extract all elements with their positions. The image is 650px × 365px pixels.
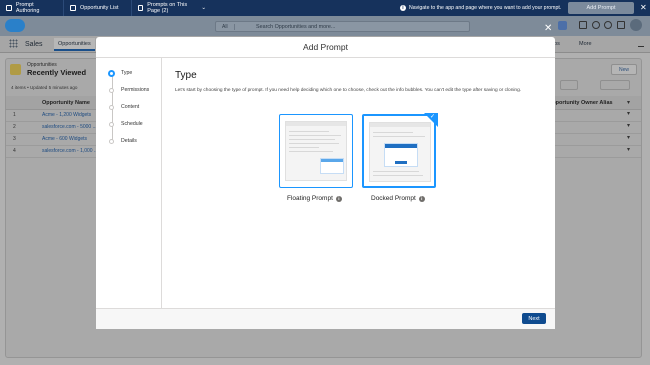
floating-prompt-label: Floating Prompt i <box>287 195 342 202</box>
row-number: 2 <box>13 124 16 130</box>
close-icon[interactable]: ✕ <box>640 3 647 12</box>
check-icon: ✓ <box>430 114 436 120</box>
wizard-steps <box>96 58 162 308</box>
step-indicator <box>109 139 114 144</box>
list-meta: 4 items • Updated 5 minutes ago <box>11 85 78 90</box>
info-icon: i <box>400 5 406 11</box>
docked-prompt-label: Docked Prompt i <box>371 195 425 202</box>
step-indicator-active <box>108 70 115 77</box>
column-header-opportunity-name[interactable]: Opportunity Name <box>42 96 90 109</box>
search-scope-select[interactable]: All <box>216 21 235 32</box>
info-icon[interactable]: i <box>335 195 342 202</box>
opportunity-list-menu[interactable]: Opportunity List <box>64 0 132 16</box>
step-indicator <box>109 105 114 110</box>
opportunity-link[interactable]: salesforce.com - 1,000 ... <box>42 148 98 154</box>
app-name: Sales <box>25 40 43 48</box>
section-description: Let's start by choosing the type of prom… <box>175 88 522 93</box>
avatar[interactable] <box>630 19 642 31</box>
add-icon[interactable] <box>579 21 587 29</box>
step-details[interactable]: Details <box>121 138 137 144</box>
navigation-hint: i Navigate to the app and page where you… <box>400 0 561 16</box>
step-type[interactable]: Type <box>121 70 132 76</box>
opportunity-icon <box>10 64 21 75</box>
chevron-down-icon: ⌄ <box>201 5 206 11</box>
salesforce-logo <box>5 19 25 32</box>
tab-opportunities[interactable]: Opportunities <box>54 38 95 51</box>
list-view-name[interactable]: Recently Viewed <box>27 68 86 77</box>
info-icon[interactable]: i <box>418 195 425 202</box>
step-content[interactable]: Content <box>121 104 139 110</box>
modal-close-icon[interactable]: ✕ <box>544 24 552 34</box>
page-icon <box>70 5 76 11</box>
row-number: 4 <box>13 148 16 154</box>
docked-prompt-preview <box>369 122 431 182</box>
row-actions-icon[interactable]: ▾ <box>627 110 630 117</box>
bell-icon[interactable] <box>617 21 625 29</box>
global-search-input[interactable] <box>215 21 470 32</box>
chevron-down-icon[interactable]: ▾ <box>627 96 630 109</box>
row-actions-icon[interactable]: ▾ <box>627 122 630 129</box>
app-launcher-icon[interactable] <box>9 39 18 48</box>
prompt-authoring-menu[interactable]: Prompt Authoring <box>0 0 64 16</box>
opportunity-link[interactable]: salesforce.com - 5000 ... <box>42 124 97 130</box>
floating-prompt-preview <box>285 121 347 181</box>
column-header-owner-alias[interactable]: Opportunity Owner Alias <box>548 96 613 109</box>
row-number: 3 <box>13 136 16 142</box>
step-indicator <box>109 122 114 127</box>
modal-title: Add Prompt <box>96 37 555 58</box>
list-settings-icon[interactable] <box>560 80 578 90</box>
row-actions-icon[interactable]: ▾ <box>627 146 630 153</box>
favorites-icon[interactable] <box>558 21 567 30</box>
modal-footer <box>96 308 555 329</box>
prompts-on-page-menu[interactable]: Prompts on This Page (2) ⌄ <box>132 0 212 16</box>
next-button[interactable]: Next <box>522 313 546 324</box>
step-indicator <box>109 88 114 93</box>
step-schedule[interactable]: Schedule <box>121 121 143 127</box>
search-placeholder: Search Opportunities and more... <box>256 23 336 30</box>
edit-nav-icon[interactable] <box>638 40 644 47</box>
row-number: 1 <box>13 112 16 118</box>
add-prompt-button[interactable]: Add Prompt <box>568 2 634 14</box>
row-actions-icon[interactable]: ▾ <box>627 134 630 141</box>
prompt-icon <box>138 5 144 11</box>
help-icon[interactable] <box>592 21 600 29</box>
list-actions-group[interactable] <box>600 80 630 90</box>
step-permissions[interactable]: Permissions <box>121 87 149 93</box>
section-heading: Type <box>175 70 197 81</box>
nav-item-more[interactable]: More <box>579 36 592 52</box>
floating-prompt-card[interactable] <box>279 114 353 188</box>
opportunity-link[interactable]: Acme - 1,200 Widgets <box>42 112 91 118</box>
gear-icon[interactable] <box>604 21 612 29</box>
opportunity-link[interactable]: Acme - 600 Widgets <box>42 136 87 142</box>
document-icon <box>6 5 12 11</box>
new-button[interactable]: New <box>611 64 637 75</box>
